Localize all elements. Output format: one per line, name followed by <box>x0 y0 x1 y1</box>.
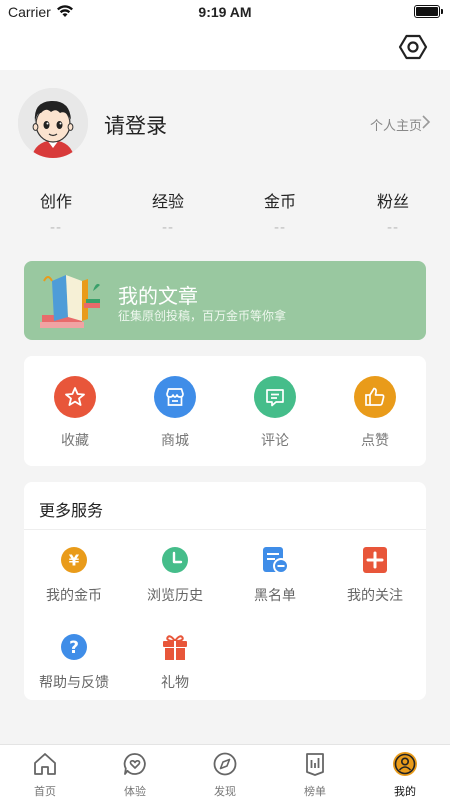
coin-icon: ¥ <box>59 545 89 575</box>
tab-label: 发现 <box>214 785 236 798</box>
clock-icon <box>160 545 190 575</box>
service-my-coins[interactable]: ¥ 我的金币 <box>26 545 122 605</box>
stat-label: 粉丝 <box>376 192 409 211</box>
clock-time: 9:19 AM <box>198 4 252 20</box>
quick-action-shop[interactable]: 商城 <box>143 376 207 450</box>
settings-icon[interactable] <box>398 32 428 62</box>
divider <box>24 529 426 530</box>
service-my-follows[interactable]: 我的关注 <box>327 545 423 605</box>
service-gifts[interactable]: 礼物 <box>127 632 223 692</box>
quick-action-label: 商城 <box>161 433 189 449</box>
tab-home[interactable]: 首页 <box>15 751 75 799</box>
stat-label: 经验 <box>151 192 184 211</box>
service-label: 浏览历史 <box>147 588 203 604</box>
help-icon: ? <box>59 632 89 662</box>
banner-title: 我的文章 <box>118 284 198 308</box>
status-bar: Carrier 9:19 AM <box>0 0 450 24</box>
stats-row: 创作 -- 经验 -- 金币 -- 粉丝 -- <box>0 188 450 238</box>
chevron-right-icon[interactable] <box>420 114 432 130</box>
blacklist-icon <box>260 545 290 575</box>
home-icon <box>34 753 56 775</box>
books-illustration-icon <box>40 275 100 328</box>
stat-label: 创作 <box>39 192 72 211</box>
heart-bubble-icon <box>123 753 146 775</box>
stat-coins[interactable]: 金币 -- <box>245 188 315 236</box>
shop-icon <box>154 376 196 418</box>
personal-homepage-link[interactable]: 个人主页 <box>370 115 422 134</box>
banner-subtitle: 征集原创投稿，百万金币等你拿 <box>118 309 287 323</box>
battery-icon <box>414 5 440 18</box>
follow-plus-icon <box>360 545 390 575</box>
service-label: 我的金币 <box>46 588 102 604</box>
tab-mine[interactable]: 我的 <box>375 751 435 799</box>
tab-label: 体验 <box>124 785 146 798</box>
stat-value: -- <box>161 220 175 236</box>
tab-label: 首页 <box>34 785 56 798</box>
user-icon <box>393 752 417 776</box>
svg-text:?: ? <box>69 638 79 658</box>
avatar[interactable] <box>18 88 88 158</box>
tab-ranking[interactable]: 榜单 <box>285 751 345 799</box>
service-label: 礼物 <box>161 675 189 691</box>
stat-fans[interactable]: 粉丝 -- <box>358 188 428 236</box>
quick-action-likes[interactable]: 点赞 <box>343 376 407 450</box>
compass-icon <box>213 752 237 776</box>
quick-action-label: 收藏 <box>61 433 89 449</box>
thumbs-up-icon <box>354 376 396 418</box>
service-blacklist[interactable]: 黑名单 <box>227 545 323 605</box>
tab-experience[interactable]: 体验 <box>105 751 165 799</box>
comment-icon <box>254 376 296 418</box>
stat-creations[interactable]: 创作 -- <box>21 188 91 236</box>
quick-action-comments[interactable]: 评论 <box>243 376 307 450</box>
bottom-tab-bar: 首页 体验 发现 榜单 我的 <box>0 744 450 800</box>
svg-text:¥: ¥ <box>69 552 80 570</box>
star-icon <box>54 376 96 418</box>
stat-experience[interactable]: 经验 -- <box>133 188 203 236</box>
default-avatar-image <box>18 88 88 158</box>
ranking-icon <box>306 753 324 776</box>
more-services-card: 更多服务 ¥ 我的金币 浏览历史 黑名单 我的关注 ? 帮助与反馈 礼物 <box>24 482 426 700</box>
my-articles-banner[interactable]: 我的文章 征集原创投稿，百万金币等你拿 <box>24 261 426 340</box>
gift-icon <box>160 632 190 662</box>
nav-bar <box>0 24 450 70</box>
profile-header[interactable]: 请登录 个人主页 <box>0 70 450 185</box>
service-label: 我的关注 <box>347 588 403 604</box>
tab-label: 我的 <box>394 785 416 798</box>
service-browse-history[interactable]: 浏览历史 <box>127 545 223 605</box>
quick-action-label: 点赞 <box>361 433 389 449</box>
service-label: 黑名单 <box>254 588 296 604</box>
battery-tip <box>441 9 443 14</box>
stat-value: -- <box>273 220 287 236</box>
stat-value: -- <box>49 220 63 236</box>
services-title: 更多服务 <box>39 501 104 520</box>
quick-action-label: 评论 <box>261 433 289 449</box>
login-prompt[interactable]: 请登录 <box>104 110 167 140</box>
stat-value: -- <box>386 220 400 236</box>
stat-label: 金币 <box>263 192 296 211</box>
service-label: 帮助与反馈 <box>39 675 109 691</box>
tab-label: 榜单 <box>304 785 326 798</box>
quick-action-favorites[interactable]: 收藏 <box>43 376 107 450</box>
quick-actions-card: 收藏 商城 评论 点赞 <box>24 356 426 466</box>
tab-discover[interactable]: 发现 <box>195 751 255 799</box>
service-help-feedback[interactable]: ? 帮助与反馈 <box>26 632 122 692</box>
